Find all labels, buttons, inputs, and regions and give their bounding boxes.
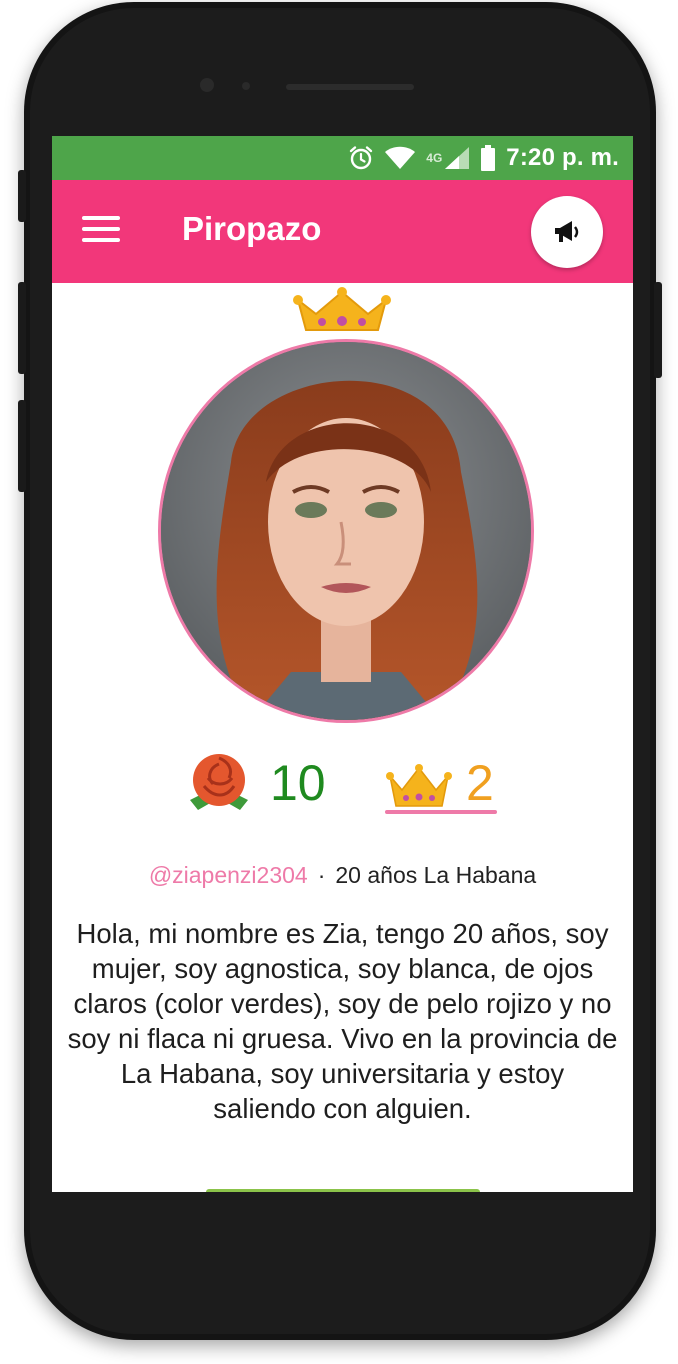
- signal-icon: [444, 146, 470, 170]
- network-type-label: 4G: [426, 151, 443, 165]
- profile-photo[interactable]: [158, 339, 534, 723]
- crowns-link-underline: [385, 810, 497, 814]
- rose-icon: [186, 750, 252, 819]
- power-button: [654, 282, 662, 378]
- hamburger-menu-icon[interactable]: [82, 216, 120, 246]
- roses-count: 10: [270, 755, 326, 811]
- crown-stat-icon[interactable]: [386, 762, 452, 817]
- status-bar: 4G 7:20 p. m.: [52, 136, 633, 180]
- profile-stats: 10 2: [52, 748, 633, 828]
- app-title: Piropazo: [182, 210, 322, 247]
- profile-meta: @ziapenzi2304 · 20 años La Habana: [52, 862, 633, 889]
- earpiece-speaker: [286, 84, 414, 90]
- megaphone-button[interactable]: [531, 196, 603, 268]
- alarm-icon: [348, 145, 374, 171]
- app-toolbar: Piropazo: [52, 180, 633, 283]
- proximity-sensor: [242, 82, 250, 90]
- age-location: 20 años La Habana: [335, 862, 537, 888]
- front-camera: [200, 78, 214, 92]
- volume-down-button: [18, 400, 26, 492]
- action-button-edge[interactable]: [206, 1189, 480, 1192]
- username[interactable]: @ziapenzi2304: [149, 862, 308, 888]
- crown-icon: [292, 286, 392, 339]
- status-time: 7:20 p. m.: [506, 144, 619, 171]
- megaphone-icon: [555, 221, 579, 242]
- volume-up-button: [18, 282, 26, 374]
- app-screen: 4G 7:20 p. m. Piropazo 10 2 @ziapenzi230…: [52, 136, 633, 1192]
- wifi-icon: [384, 146, 416, 170]
- meta-separator: ·: [317, 862, 326, 888]
- profile-bio: Hola, mi nombre es Zia, tengo 20 años, s…: [67, 918, 618, 1124]
- crowns-count[interactable]: 2: [466, 754, 494, 812]
- volume-button: [18, 170, 26, 222]
- battery-icon: [480, 145, 496, 171]
